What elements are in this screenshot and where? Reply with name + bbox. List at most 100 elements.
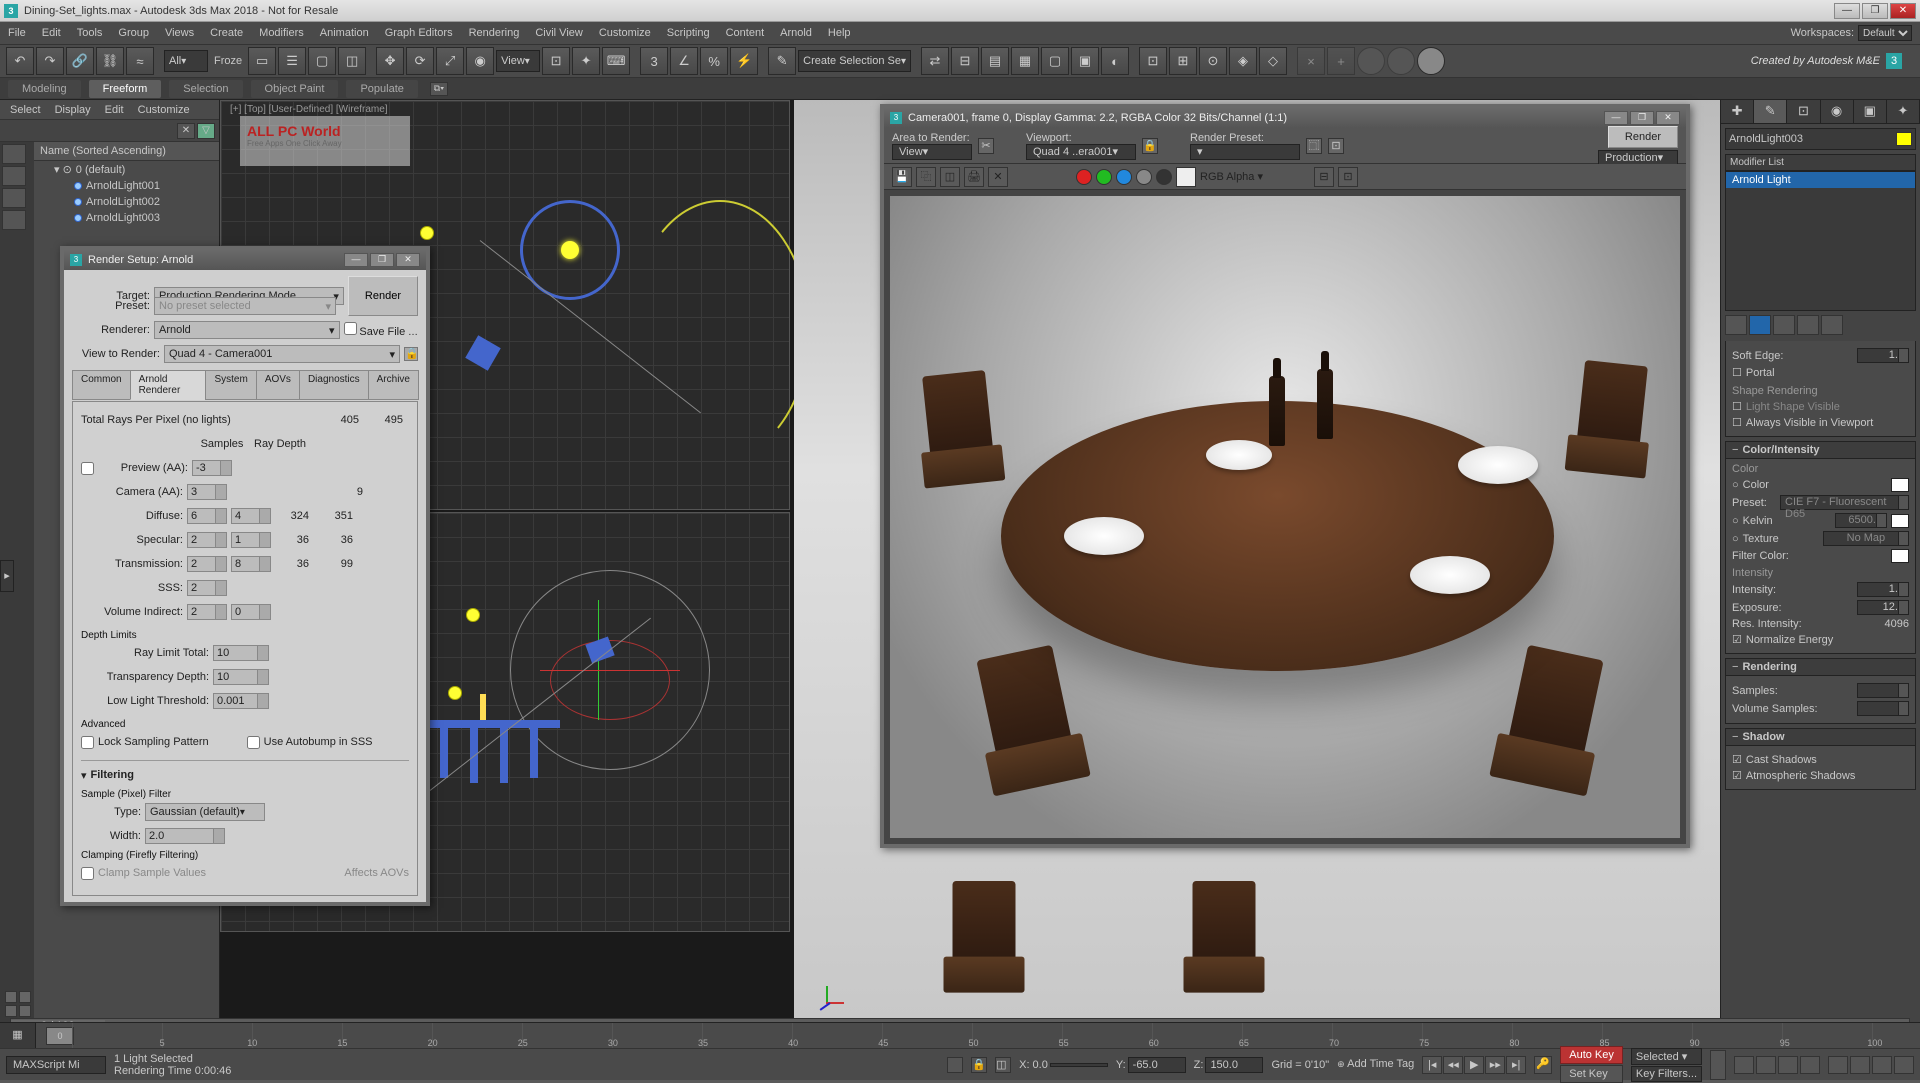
render-activeshade[interactable]: ◇ (1259, 47, 1287, 75)
rs-raylimit[interactable]: 10 (213, 645, 269, 661)
rfw-g-channel[interactable] (1096, 169, 1112, 185)
rfw-max[interactable]: ❐ (1630, 111, 1654, 125)
se-menu-customize[interactable]: Customize (138, 104, 190, 116)
make-unique[interactable] (1773, 315, 1795, 335)
rfw-copy[interactable]: ⿻ (916, 167, 936, 187)
nav-roll[interactable] (1850, 1056, 1870, 1074)
rs-lowlight[interactable]: 0.001 (213, 693, 269, 709)
rs-tab-archive[interactable]: Archive (368, 370, 419, 400)
menu-modifiers[interactable]: Modifiers (259, 27, 304, 39)
pin-stack[interactable] (1725, 315, 1747, 335)
rs-tab-common[interactable]: Common (72, 370, 131, 400)
rs-transdepth[interactable]: 10 (213, 669, 269, 685)
object-color-swatch[interactable] (1896, 132, 1912, 146)
rfw-a-channel[interactable] (1136, 169, 1152, 185)
se-menu-display[interactable]: Display (55, 104, 91, 116)
rs-close[interactable]: ✕ (396, 253, 420, 267)
rs-tab-aovs[interactable]: AOVs (256, 370, 300, 400)
rfw-area-edit[interactable]: ✂ (978, 138, 994, 154)
nav-zoom[interactable] (1756, 1056, 1776, 1074)
set-key-button[interactable]: Set Key (1560, 1065, 1623, 1083)
key-mode[interactable]: 🔑 (1534, 1056, 1552, 1074)
rs-vol-d[interactable]: 0 (231, 604, 271, 620)
intensity-input[interactable]: 1.0 (1857, 582, 1909, 597)
y-input[interactable]: -65.0 (1128, 1057, 1186, 1073)
rs-filter-width[interactable]: 2.0 (145, 828, 225, 844)
select-rect[interactable]: ▢ (308, 47, 336, 75)
render-iter[interactable]: ◈ (1229, 47, 1257, 75)
window-crossing[interactable]: ◫ (338, 47, 366, 75)
normalize-check[interactable] (1732, 633, 1742, 646)
ribbon-collapse[interactable]: ⧉▾ (430, 82, 448, 96)
pivot-button[interactable]: ⊡ (542, 47, 570, 75)
kelvin-radio[interactable] (1732, 515, 1739, 527)
curve-editor[interactable]: ▢ (1041, 47, 1069, 75)
rs-max[interactable]: ❐ (370, 253, 394, 267)
rs-trans-s[interactable]: 2 (187, 556, 227, 572)
angle-snap[interactable]: ∠ (670, 47, 698, 75)
rs-spec-d[interactable]: 1 (231, 532, 271, 548)
se-menu-select[interactable]: Select (10, 104, 41, 116)
cmd-tab-display[interactable]: ▣ (1854, 100, 1887, 123)
cmd-tab-hierarchy[interactable]: ⊡ (1787, 100, 1820, 123)
expand-panel-tab[interactable]: ▸ (0, 560, 14, 592)
remove-mod[interactable] (1797, 315, 1819, 335)
material-editor[interactable]: ◐ (1101, 47, 1129, 75)
nav-fov[interactable] (1778, 1056, 1798, 1074)
soft-edge-input[interactable]: 1.0 (1857, 348, 1909, 363)
menu-help[interactable]: Help (828, 27, 851, 39)
manipulate-button[interactable]: ✦ (572, 47, 600, 75)
ribbon-tab-objectpaint[interactable]: Object Paint (251, 80, 339, 98)
atmo-shadows-check[interactable] (1732, 769, 1742, 782)
menu-animation[interactable]: Animation (320, 27, 369, 39)
rs-preview-s[interactable]: -3 (192, 460, 232, 476)
exposure-input[interactable]: 12.0 (1857, 600, 1909, 615)
always-visible-check[interactable] (1732, 416, 1742, 429)
volume-samples-input[interactable]: 2 (1857, 701, 1909, 716)
nav-walk[interactable] (1872, 1056, 1892, 1074)
cmd-tab-modify[interactable]: ✎ (1754, 100, 1787, 123)
color-intensity-h[interactable]: Color/Intensity (1742, 444, 1819, 456)
rs-lock-check[interactable] (81, 736, 94, 749)
edit-named-sel[interactable]: ✎ (768, 47, 796, 75)
render-setup-dialog[interactable]: 3 Render Setup: Arnold — ❐ ✕ Target: Pro… (60, 246, 430, 906)
rfw-clear[interactable]: ✕ (988, 167, 1008, 187)
rendering-h[interactable]: Rendering (1742, 661, 1796, 673)
object-name[interactable]: ArnoldLight003 (1729, 133, 1803, 145)
modifier-list[interactable]: Modifier List (1725, 154, 1916, 171)
render-prod[interactable]: ⊙ (1199, 47, 1227, 75)
menu-civilview[interactable]: Civil View (535, 27, 582, 39)
rfw-clone[interactable]: ◫ (940, 167, 960, 187)
nav-maxview[interactable] (1894, 1056, 1914, 1074)
rs-preset-dd[interactable]: No preset selected▾ (154, 297, 336, 315)
portal-check[interactable] (1732, 366, 1742, 379)
cmd-tab-utilities[interactable]: ✦ (1887, 100, 1920, 123)
ribbon-tab-modeling[interactable]: Modeling (8, 80, 81, 98)
lock-selection[interactable]: 🔒 (971, 1057, 987, 1073)
rfw-bgcolor[interactable] (1176, 167, 1196, 187)
timeline-toggle[interactable]: ▦ (0, 1023, 36, 1048)
se-filter-btn[interactable]: ▽ (197, 123, 215, 139)
rs-view-dd[interactable]: Quad 4 - Camera001▾ (164, 345, 400, 363)
maximize-button[interactable]: ❐ (1862, 3, 1888, 19)
menu-tools[interactable]: Tools (77, 27, 103, 39)
menu-rendering[interactable]: Rendering (469, 27, 520, 39)
x-input[interactable] (1050, 1063, 1108, 1067)
config-stack[interactable] (1821, 315, 1843, 335)
rfw-env[interactable]: ⊡ (1328, 138, 1344, 154)
show-end[interactable] (1749, 315, 1771, 335)
se-node-1[interactable]: ArnoldLight001 (86, 180, 160, 192)
snap-3d[interactable]: 3 (640, 47, 668, 75)
maxscript-listener[interactable]: MAXScript Mi (6, 1056, 106, 1074)
schematic-view[interactable]: ▣ (1071, 47, 1099, 75)
spinner-snap[interactable]: ⚡ (730, 47, 758, 75)
layer-button[interactable]: ▤ (981, 47, 1009, 75)
nav-orbit[interactable] (1828, 1056, 1848, 1074)
viewport-label-top[interactable]: [+] [Top] [User-Defined] [Wireframe] (226, 102, 392, 117)
cmd-tab-motion[interactable]: ◉ (1821, 100, 1854, 123)
rs-spec-s[interactable]: 2 (187, 532, 227, 548)
texture-btn[interactable]: No Map (1823, 531, 1909, 546)
light-shape-check[interactable] (1732, 400, 1742, 413)
rs-filtering-h[interactable]: Filtering (91, 769, 134, 781)
menu-scripting[interactable]: Scripting (667, 27, 710, 39)
